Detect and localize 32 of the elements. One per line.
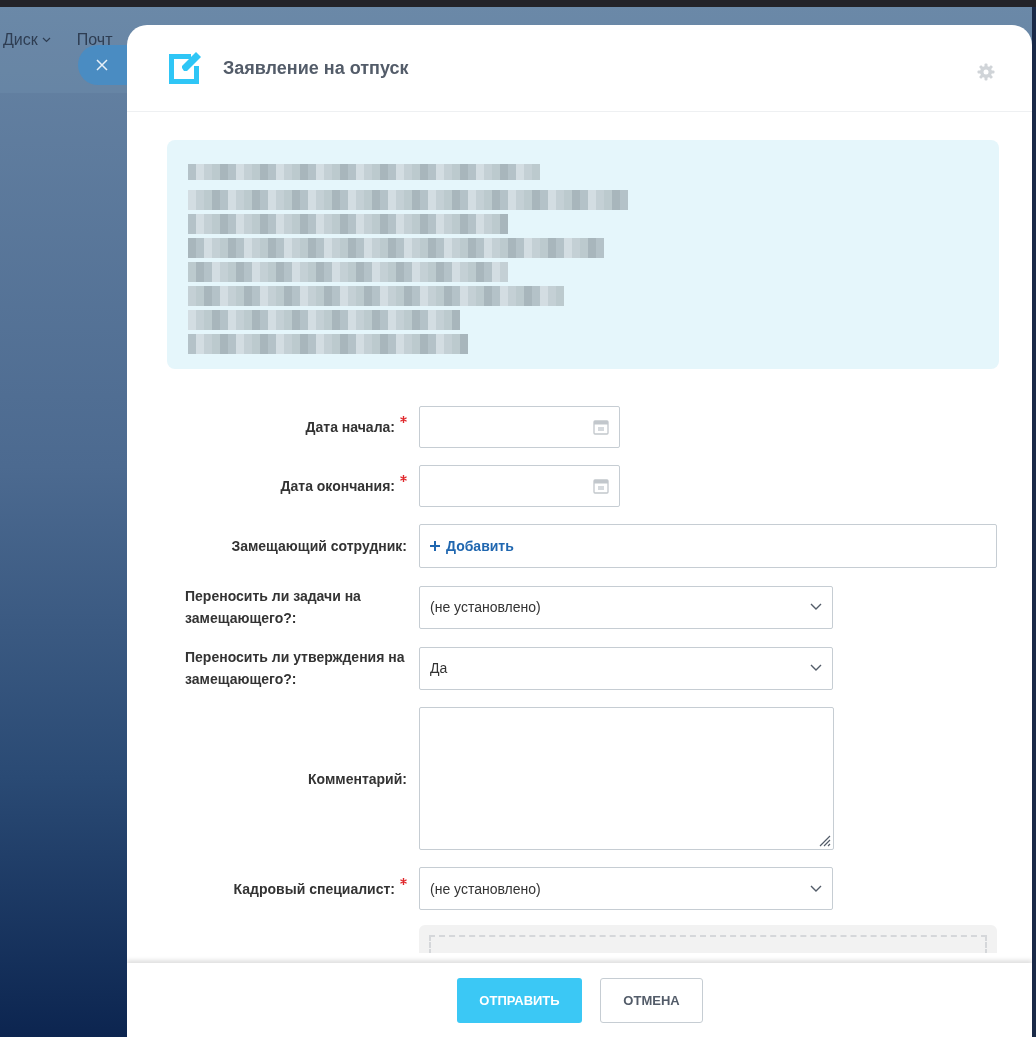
nav-link[interactable]: Диск (3, 31, 51, 49)
people-field[interactable]: Добавить (419, 524, 997, 568)
field-label: Переносить ли задачи на замещающего?: (185, 587, 362, 628)
select-field[interactable]: Да (419, 646, 833, 690)
field-label: Переносить ли утверждения на замещающего?: (185, 648, 406, 689)
cancel-button[interactable]: ОТМЕНА (600, 977, 703, 1023)
comment-field[interactable] (419, 707, 834, 850)
settings-icon[interactable] (977, 63, 995, 81)
field-label: Дата начала: (305, 416, 407, 438)
resize-grip-icon[interactable] (817, 833, 831, 847)
calendar-icon[interactable] (593, 419, 609, 435)
select-field[interactable]: (не установлено) (419, 867, 833, 910)
close-button[interactable] (78, 45, 127, 85)
field-label: Замещающий сотрудник: (231, 537, 407, 556)
dialog-title: Заявление на отпуск (223, 57, 409, 79)
field-label: Дата окончания: (280, 475, 407, 497)
add-link[interactable]: Добавить (430, 538, 514, 554)
chevron-down-icon (810, 603, 822, 611)
close-icon (96, 59, 108, 71)
chevron-down-icon (810, 884, 822, 893)
select-field[interactable]: (не установлено) (419, 585, 833, 629)
date-field[interactable] (419, 465, 620, 507)
field-label: Комментарий: (308, 769, 407, 789)
chevron-down-icon (41, 37, 51, 43)
field-label: Кадровый специалист: (233, 877, 407, 900)
plus-icon (430, 541, 440, 551)
nav-link[interactable]: Почт (76, 31, 113, 49)
chevron-down-icon (810, 664, 822, 672)
file-drop-area[interactable] (419, 925, 997, 953)
calendar-icon[interactable] (593, 478, 609, 494)
edit-document-icon (167, 50, 203, 86)
date-field[interactable] (419, 406, 620, 448)
